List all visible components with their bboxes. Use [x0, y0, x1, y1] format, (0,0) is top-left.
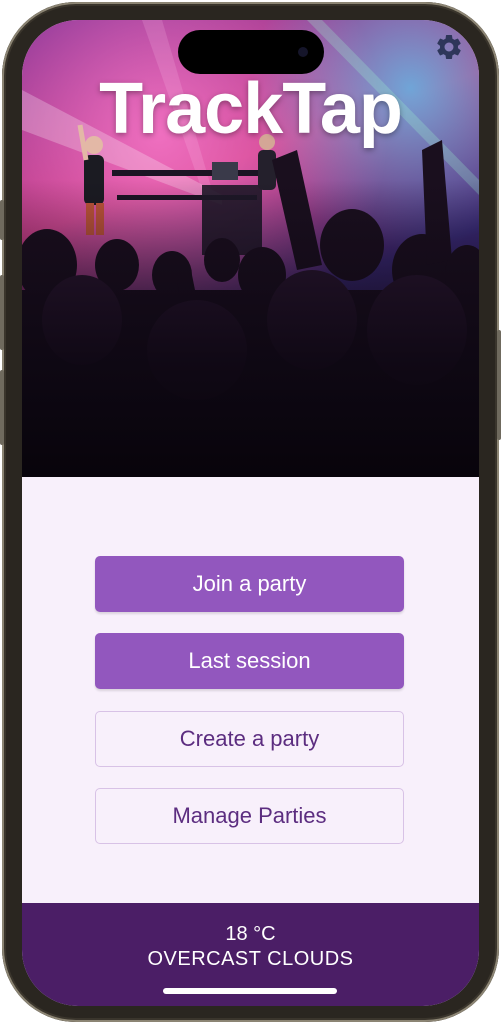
volume-up-button — [0, 275, 4, 350]
weather-condition-label: OVERCAST CLOUDS — [147, 948, 354, 970]
action-button — [0, 200, 4, 240]
home-indicator[interactable] — [163, 988, 337, 994]
hero-concert-image: TrackTap — [22, 20, 479, 477]
volume-down-button — [0, 370, 4, 445]
camera-icon — [298, 47, 308, 57]
settings-gear-icon[interactable] — [434, 32, 464, 62]
last-session-button[interactable]: Last session — [95, 633, 404, 689]
weather-bar: 18 °C OVERCAST CLOUDS — [22, 903, 479, 1006]
screen: TrackTap Join a party Last session Creat… — [22, 20, 479, 1006]
main-menu: Join a party Last session Create a party… — [22, 477, 479, 903]
power-button — [497, 330, 501, 440]
app-title: TrackTap — [99, 69, 403, 149]
create-party-button[interactable]: Create a party — [95, 711, 404, 767]
manage-parties-button[interactable]: Manage Parties — [95, 788, 404, 844]
temperature-label: 18 °C — [225, 923, 276, 945]
join-party-button[interactable]: Join a party — [95, 556, 404, 612]
